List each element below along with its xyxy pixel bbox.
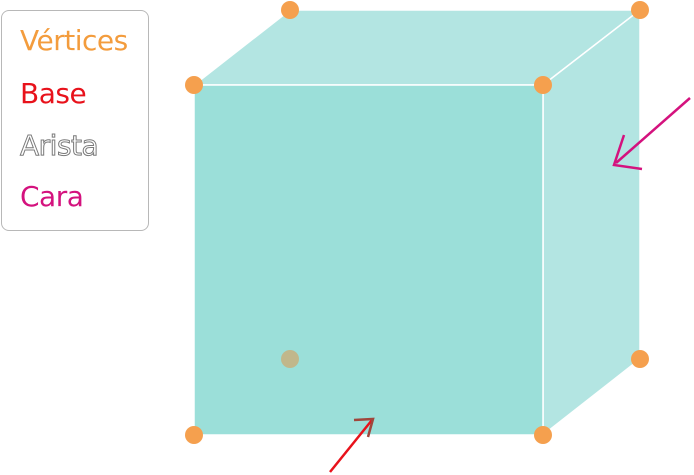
vertex-front-bottom-left xyxy=(185,426,203,444)
diagram-stage: Vértices Base Arista Cara xyxy=(0,0,694,475)
cube-diagram xyxy=(185,1,691,473)
vertex-front-top-left xyxy=(185,76,203,94)
vertex-front-top-right xyxy=(534,76,552,94)
vertex-back-bottom-right xyxy=(631,350,649,368)
front-face xyxy=(193,84,544,436)
side-face xyxy=(542,8,641,437)
vertex-back-top-right xyxy=(631,1,649,19)
vertex-front-bottom-right xyxy=(534,426,552,444)
vertex-back-bottom-left-hidden xyxy=(281,350,299,368)
vertex-back-top-left xyxy=(281,1,299,19)
